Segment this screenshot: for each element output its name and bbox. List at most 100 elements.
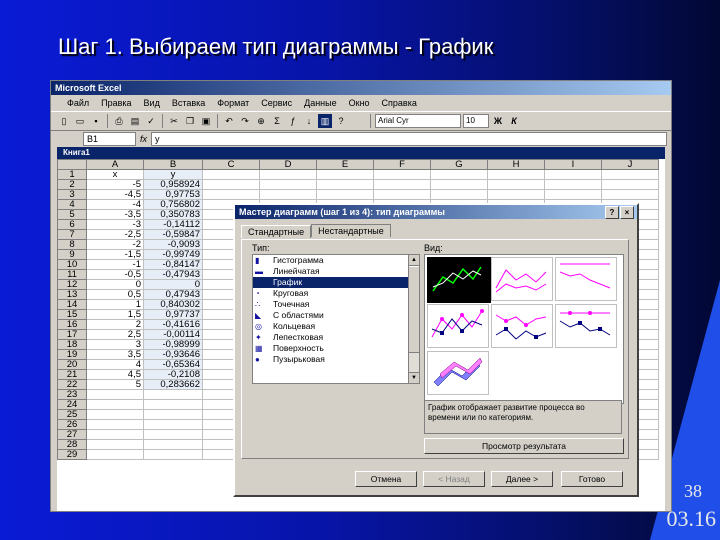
undo-icon[interactable]: ↶: [222, 114, 236, 128]
cell[interactable]: 0,47943: [143, 289, 203, 300]
row-header[interactable]: 18: [57, 339, 87, 350]
row-header[interactable]: 26: [57, 419, 87, 430]
column-header-a[interactable]: A: [86, 159, 144, 170]
print-icon[interactable]: ⎙: [112, 114, 126, 128]
copy-icon[interactable]: ❐: [183, 114, 197, 128]
cell[interactable]: 3,5: [86, 349, 144, 360]
help-button[interactable]: ?: [605, 206, 619, 219]
cell[interactable]: [430, 189, 488, 200]
cell[interactable]: -0,65364: [143, 359, 203, 370]
cell[interactable]: [373, 169, 431, 180]
column-header-f[interactable]: F: [373, 159, 431, 170]
row-header[interactable]: 15: [57, 309, 87, 320]
menu-view[interactable]: Вид: [138, 98, 166, 108]
cell[interactable]: -5: [86, 179, 144, 190]
menu-edit[interactable]: Правка: [95, 98, 137, 108]
chart-type-item[interactable]: ⟋ График: [253, 277, 419, 288]
cancel-button[interactable]: Отмена: [355, 471, 417, 487]
cell[interactable]: [373, 189, 431, 200]
row-header[interactable]: 3: [57, 189, 87, 200]
sort-icon[interactable]: ↓: [302, 114, 316, 128]
cell[interactable]: [202, 189, 260, 200]
row-header[interactable]: 5: [57, 209, 87, 220]
cell[interactable]: y: [143, 169, 203, 180]
scroll-up-icon[interactable]: ▲: [409, 255, 419, 266]
cell[interactable]: [143, 449, 203, 460]
row-header[interactable]: 2: [57, 179, 87, 190]
cell[interactable]: 0,350783: [143, 209, 203, 220]
cell[interactable]: -0,59847: [143, 229, 203, 240]
cell[interactable]: 5: [86, 379, 144, 390]
cell[interactable]: -2,5: [86, 229, 144, 240]
cell[interactable]: 0,97753: [143, 189, 203, 200]
cell[interactable]: [259, 189, 317, 200]
formula-input[interactable]: y: [151, 132, 667, 146]
cell[interactable]: [202, 169, 260, 180]
cell[interactable]: -1: [86, 259, 144, 270]
column-header-c[interactable]: C: [202, 159, 260, 170]
back-button[interactable]: < Назад: [423, 471, 485, 487]
cell[interactable]: [373, 179, 431, 190]
row-header[interactable]: 1: [57, 169, 87, 180]
subtype-line[interactable]: [427, 257, 491, 303]
row-header[interactable]: 13: [57, 289, 87, 300]
new-icon[interactable]: ▯: [57, 114, 71, 128]
cell[interactable]: [143, 439, 203, 450]
menu-data[interactable]: Данные: [298, 98, 343, 108]
cell[interactable]: [202, 179, 260, 190]
column-header-e[interactable]: E: [316, 159, 374, 170]
column-header-i[interactable]: I: [544, 159, 602, 170]
paste-icon[interactable]: ▣: [199, 114, 213, 128]
row-header[interactable]: 23: [57, 389, 87, 400]
menu-file[interactable]: Файл: [61, 98, 95, 108]
cell[interactable]: [316, 189, 374, 200]
row-header[interactable]: 20: [57, 359, 87, 370]
cell[interactable]: -3: [86, 219, 144, 230]
cell[interactable]: [259, 179, 317, 190]
chart-type-item[interactable]: ● Пузырьковая: [253, 354, 419, 365]
finish-button[interactable]: Готово: [561, 471, 623, 487]
cell[interactable]: -0,00114: [143, 329, 203, 340]
menu-window[interactable]: Окно: [343, 98, 376, 108]
row-header[interactable]: 10: [57, 259, 87, 270]
column-header-g[interactable]: G: [430, 159, 488, 170]
next-button[interactable]: Далее >: [491, 471, 553, 487]
menu-format[interactable]: Формат: [211, 98, 255, 108]
subtype-3d-line[interactable]: [427, 351, 489, 395]
row-header[interactable]: 28: [57, 439, 87, 450]
cell[interactable]: [86, 399, 144, 410]
cell[interactable]: -0,2108: [143, 369, 203, 380]
chart-type-item[interactable]: ◎ Кольцевая: [253, 321, 419, 332]
cell[interactable]: [544, 169, 602, 180]
italic-button[interactable]: К: [507, 114, 521, 128]
cell[interactable]: -0,41616: [143, 319, 203, 330]
column-header-b[interactable]: B: [143, 159, 203, 170]
cell[interactable]: 0,97737: [143, 309, 203, 320]
cell[interactable]: -0,5: [86, 269, 144, 280]
subtype-100-markers[interactable]: [555, 304, 617, 348]
menu-help[interactable]: Справка: [376, 98, 423, 108]
preview-icon[interactable]: ▤: [128, 114, 142, 128]
cell[interactable]: -4: [86, 199, 144, 210]
cell[interactable]: 4: [86, 359, 144, 370]
cell[interactable]: [487, 179, 545, 190]
chart-type-item[interactable]: ▦ Поверхность: [253, 343, 419, 354]
cell[interactable]: [86, 419, 144, 430]
spell-icon[interactable]: ✓: [144, 114, 158, 128]
row-header[interactable]: 22: [57, 379, 87, 390]
cell[interactable]: [143, 399, 203, 410]
chart-type-item[interactable]: ◣ С областями: [253, 310, 419, 321]
function-icon[interactable]: ƒ: [286, 114, 300, 128]
cell[interactable]: [316, 179, 374, 190]
cell[interactable]: -0,99749: [143, 249, 203, 260]
chart-type-item[interactable]: ✦ Лепестковая: [253, 332, 419, 343]
cell[interactable]: x: [86, 169, 144, 180]
cell[interactable]: 0,756802: [143, 199, 203, 210]
row-header[interactable]: 17: [57, 329, 87, 340]
cell[interactable]: [259, 169, 317, 180]
cell[interactable]: 1,5: [86, 309, 144, 320]
cell[interactable]: -4,5: [86, 189, 144, 200]
namebox[interactable]: B1: [83, 132, 136, 146]
row-header[interactable]: 21: [57, 369, 87, 380]
row-header[interactable]: 27: [57, 429, 87, 440]
